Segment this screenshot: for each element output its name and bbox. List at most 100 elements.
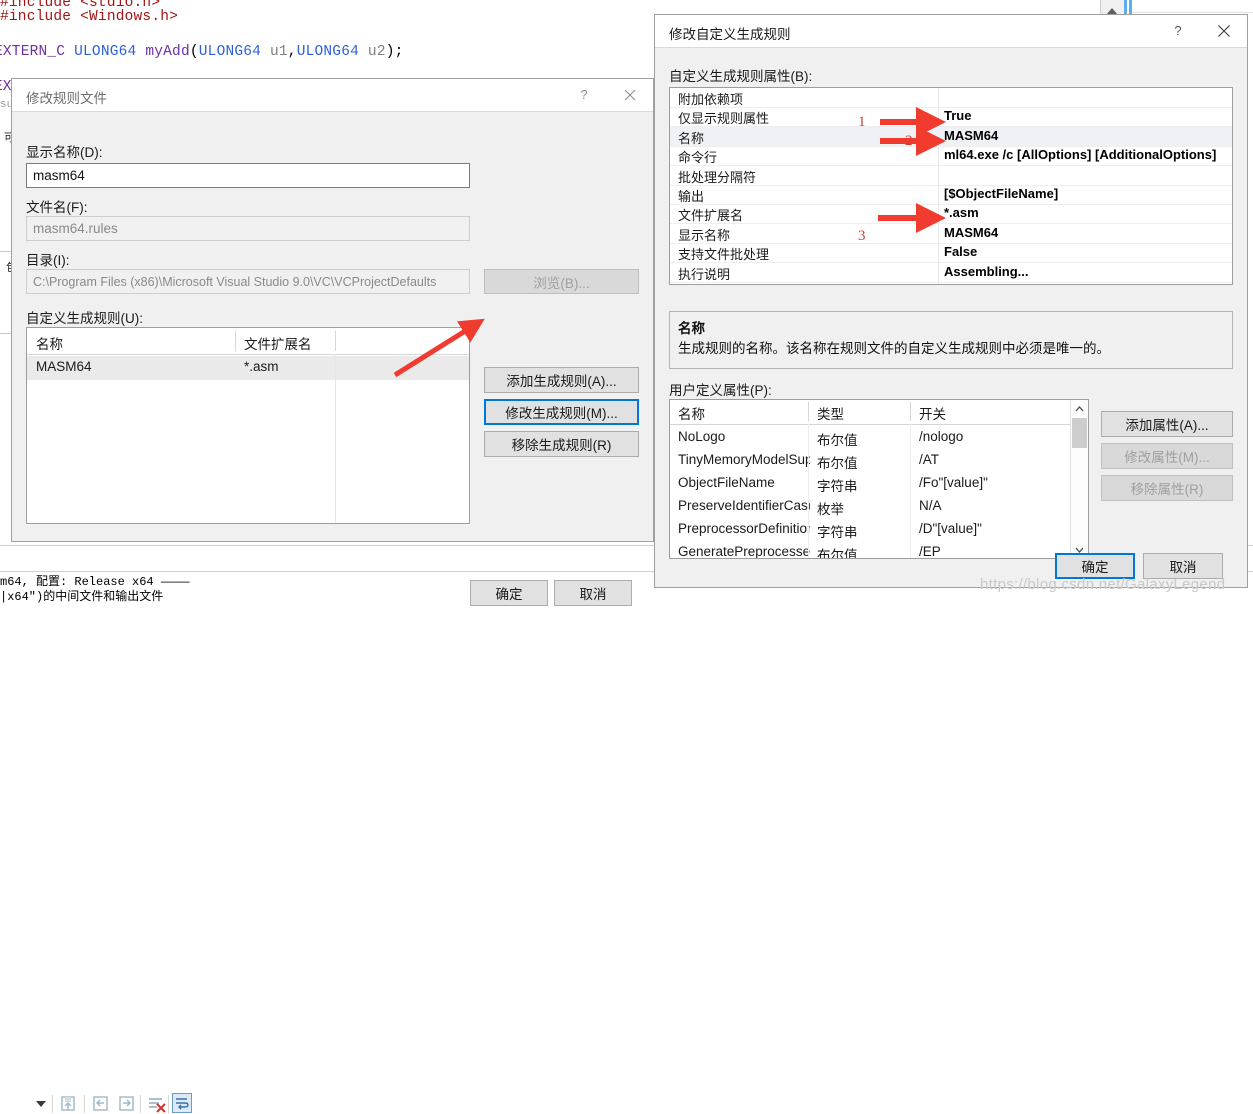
table-row[interactable]: NoLogo 布尔值/nologo [670,426,1088,450]
table-row[interactable]: PreserveIdentifierCase 枚举 N/A [670,495,1088,519]
cell: 布尔值 [817,456,858,471]
rules-listview[interactable]: 名称 文件扩展名 MASM64 *.asm [26,327,470,524]
modify-property-button: 修改属性(M)... [1101,443,1233,469]
toolbar-separator [168,1095,169,1113]
cell: TinyMemoryModelSup... [678,452,810,467]
column-divider [910,402,911,421]
modify-custom-build-rule-dialog: 修改自定义生成规则 ? 自定义生成规则属性(B): 附加依赖项仅显示规则属性 Tr… [654,14,1248,588]
user-properties-listview[interactable]: 名称 类型 开关 NoLogo 布尔值/nologo TinyMemoryModel… [669,399,1089,559]
property-row[interactable]: 批处理分隔符 [670,166,1232,186]
column-divider [910,424,911,558]
help-title: 名称 [678,321,705,336]
table-row[interactable]: ObjectFileName 字符串/Fo"[value]" [670,472,1088,496]
cell: 布尔值 [817,548,858,559]
column-divider [335,354,336,523]
dialog-title: 修改自定义生成规则 [669,27,791,42]
column-header-name: 名称 [678,407,705,422]
property-name: 仅显示规则属性 [678,111,770,127]
table-row[interactable]: MASM64 *.asm [27,356,469,380]
property-row[interactable]: 仅显示规则属性 True [670,107,1232,128]
remove-build-rule-button[interactable]: 移除生成规则(R) [484,431,639,457]
property-row[interactable]: 名称 MASM64 [670,126,1232,147]
ok-button[interactable]: 确定 [470,580,548,606]
property-name: 命令行 [678,150,718,166]
cell: GeneratePreprocessed... [678,544,810,559]
property-value: True [944,108,972,124]
svg-text:?: ? [1174,23,1181,38]
indent-right-icon[interactable] [116,1094,140,1114]
cell: PreprocessorDefinitions [678,521,810,536]
save-all-icon[interactable] [58,1094,82,1114]
file-name-label: 文件名(F): [26,200,88,215]
property-row[interactable]: 命令行 ml64.exe /c [AllOptions] [AdditionalO… [670,146,1232,167]
user-properties-label: 用户定义属性(P): [669,383,772,398]
help-button[interactable]: ? [1155,15,1201,47]
chevron-down-icon[interactable] [36,1101,46,1107]
property-name: 批处理分隔符 [678,169,757,185]
property-value: MASM64 [944,224,999,240]
rule-properties-label: 自定义生成规则属性(B): [669,69,813,84]
divider [655,47,1247,48]
column-divider [808,402,809,421]
editor-top-fill [1131,0,1253,13]
close-button[interactable] [607,79,653,111]
cell: /Fo"[value]" [919,475,988,490]
modify-build-rule-button[interactable]: 修改生成规则(M)... [484,399,639,425]
dialog-titlebar: 修改自定义生成规则 ? [655,15,1247,47]
help-description: 生成规则的名称。该名称在规则文件的自定义生成规则中必须是唯一的。 [678,341,1110,356]
dialog-titlebar: 修改规则文件 ? [12,79,653,111]
property-row[interactable]: 支持文件批处理 False [670,243,1232,264]
property-value: Assembling... [944,263,1029,279]
property-name: 文件扩展名 [678,208,744,224]
property-row[interactable]: 输出 [$ObjectFileName] [670,185,1232,205]
modify-rule-file-dialog: 修改规则文件 ? 显示名称(D): masm64 文件名(F): masm64.… [11,78,654,606]
column-header-ext: 文件扩展名 [244,337,312,352]
help-button[interactable]: ? [561,79,607,111]
custom-build-rules-label: 自定义生成规则(U): [26,311,143,326]
close-button[interactable] [1201,15,1247,47]
word-wrap-icon[interactable] [172,1093,192,1113]
property-row[interactable]: 显示名称 MASM64 [670,224,1232,244]
toolbar-separator [140,1095,141,1113]
output-line: |x64")的中间文件和输出文件 [0,590,164,604]
annotation-number-2: 2 [905,133,913,149]
property-value: False [944,244,978,260]
indent-left-icon[interactable] [90,1094,114,1114]
divider [12,111,653,112]
scroll-up-button[interactable] [1071,400,1088,417]
cancel-button[interactable]: 取消 [554,580,632,606]
annotation-number-3: 3 [858,228,866,244]
property-name: 输出 [678,189,705,204]
remove-property-button: 移除属性(R) [1101,475,1233,501]
cell: /D"[value]" [919,521,982,536]
clear-all-icon[interactable] [146,1094,170,1114]
cell-name: MASM64 [36,359,92,374]
property-row[interactable]: 执行说明 Assembling... [670,263,1232,283]
property-value: [$ObjectFileName] [944,186,1059,201]
column-divider [235,331,236,351]
property-name: 执行说明 [678,266,731,282]
cell: /nologo [919,429,964,444]
rule-properties-grid[interactable]: 附加依赖项仅显示规则属性 True 名称 MASM64 命令行 ml64.exe /c [… [669,87,1233,285]
table-row[interactable]: GeneratePreprocessed... 布尔值/EP [670,541,1088,559]
property-row[interactable]: 文件扩展名 *.asm [670,204,1232,225]
annotation-number-1: 1 [858,114,866,130]
watermark: https://blog.csdn.net/GalaxyLegend [980,576,1226,593]
property-name: 支持文件批处理 [678,247,770,263]
table-row[interactable]: TinyMemoryModelSup... 布尔值/AT [670,449,1088,473]
directory-input: C:\Program Files (x86)\Microsoft Visual … [26,269,470,294]
cell-ext: *.asm [244,359,279,374]
display-name-input[interactable]: masm64 [26,163,470,188]
cell: /AT [919,452,939,467]
add-build-rule-button[interactable]: 添加生成规则(A)... [484,367,639,393]
directory-label: 目录(I): [26,253,70,268]
add-property-button[interactable]: 添加属性(A)... [1101,411,1233,437]
property-row[interactable]: 附加依赖项 [670,88,1232,108]
listview-header: 名称 类型 开关 [670,400,1088,425]
table-row[interactable]: PreprocessorDefinitions 字符串/D"[value]" [670,518,1088,542]
cell: 布尔值 [817,433,858,448]
cell: 字符串 [817,479,858,494]
column-header-name: 名称 [36,337,63,352]
property-name: 附加依赖项 [678,92,744,107]
file-name-input: masm64.rules [26,216,470,241]
